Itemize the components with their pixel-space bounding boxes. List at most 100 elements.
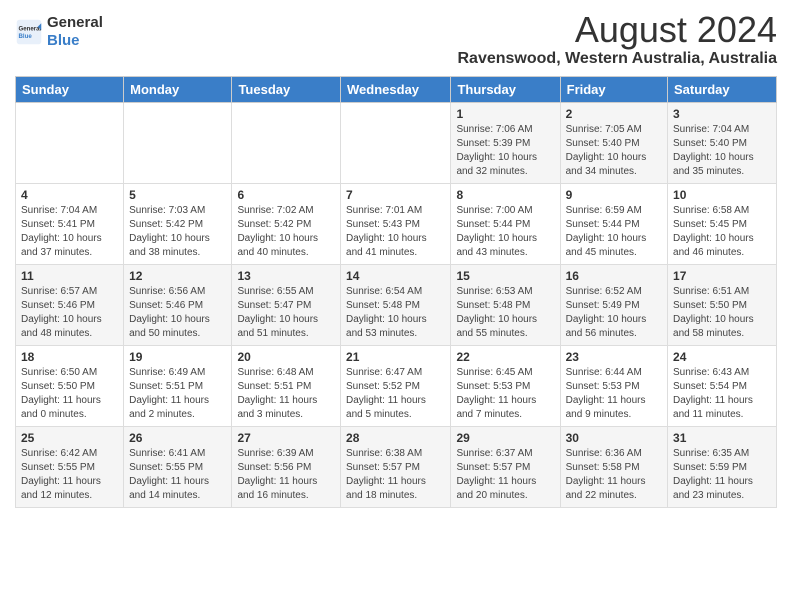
day-info: Sunrise: 7:04 AM Sunset: 5:41 PM Dayligh… (21, 204, 118, 260)
calendar-cell: 31 Sunrise: 6:35 AM Sunset: 5:59 PM Dayli… (668, 426, 777, 507)
day-number: 6 (237, 188, 335, 202)
day-number: 8 (456, 188, 554, 202)
calendar-cell: 27 Sunrise: 6:39 AM Sunset: 5:56 PM Dayli… (232, 426, 341, 507)
day-number: 16 (566, 269, 662, 283)
day-number: 26 (129, 431, 226, 445)
day-number: 1 (456, 107, 554, 121)
day-number: 2 (566, 107, 662, 121)
logo-blue-text: Blue (47, 32, 80, 49)
calendar-cell: 8 Sunrise: 7:00 AM Sunset: 5:44 PM Daylig… (451, 183, 560, 264)
day-number: 13 (237, 269, 335, 283)
week-row-2: 4Sunrise: 7:04 AM Sunset: 5:41 PM Daylig… (16, 183, 777, 264)
day-info: Sunrise: 6:39 AM Sunset: 5:56 PM Dayligh… (237, 447, 335, 503)
day-number: 29 (456, 431, 554, 445)
logo-icon: General Blue (15, 18, 43, 46)
day-info: Sunrise: 6:45 AM Sunset: 5:53 PM Dayligh… (456, 366, 554, 422)
day-number: 21 (346, 350, 445, 364)
day-number: 15 (456, 269, 554, 283)
day-info: Sunrise: 6:51 AM Sunset: 5:50 PM Dayligh… (673, 285, 771, 341)
calendar-cell (16, 102, 124, 183)
main-title: August 2024 (458, 10, 778, 50)
day-number: 3 (673, 107, 771, 121)
logo-general-text: General (47, 14, 103, 31)
calendar-cell: 25 Sunrise: 6:42 AM Sunset: 5:55 PM Dayli… (16, 426, 124, 507)
day-info: Sunrise: 7:02 AM Sunset: 5:42 PM Dayligh… (237, 204, 335, 260)
weekday-header-wednesday: Wednesday (341, 76, 451, 102)
day-info: Sunrise: 7:03 AM Sunset: 5:42 PM Dayligh… (129, 204, 226, 260)
day-info: Sunrise: 6:55 AM Sunset: 5:47 PM Dayligh… (237, 285, 335, 341)
calendar-cell: 7Sunrise: 7:01 AM Sunset: 5:43 PM Daylig… (341, 183, 451, 264)
day-number: 12 (129, 269, 226, 283)
day-info: Sunrise: 6:38 AM Sunset: 5:57 PM Dayligh… (346, 447, 445, 503)
calendar-cell: 19Sunrise: 6:49 AM Sunset: 5:51 PM Dayli… (124, 345, 232, 426)
week-row-4: 18 Sunrise: 6:50 AM Sunset: 5:50 PM Dayli… (16, 345, 777, 426)
calendar-cell: 30Sunrise: 6:36 AM Sunset: 5:58 PM Dayli… (560, 426, 667, 507)
calendar-cell: 14Sunrise: 6:54 AM Sunset: 5:48 PM Dayli… (341, 264, 451, 345)
day-info: Sunrise: 6:35 AM Sunset: 5:59 PM Dayligh… (673, 447, 771, 503)
calendar-cell: 6 Sunrise: 7:02 AM Sunset: 5:42 PM Daylig… (232, 183, 341, 264)
day-number: 18 (21, 350, 118, 364)
day-info: Sunrise: 6:41 AM Sunset: 5:55 PM Dayligh… (129, 447, 226, 503)
day-number: 25 (21, 431, 118, 445)
week-row-3: 11 Sunrise: 6:57 AM Sunset: 5:46 PM Dayli… (16, 264, 777, 345)
calendar-cell: 15 Sunrise: 6:53 AM Sunset: 5:48 PM Dayli… (451, 264, 560, 345)
day-info: Sunrise: 7:06 AM Sunset: 5:39 PM Dayligh… (456, 123, 554, 179)
title-block: August 2024 Ravenswood, Western Australi… (458, 10, 778, 68)
day-info: Sunrise: 6:58 AM Sunset: 5:45 PM Dayligh… (673, 204, 771, 260)
day-info: Sunrise: 6:49 AM Sunset: 5:51 PM Dayligh… (129, 366, 226, 422)
day-info: Sunrise: 6:47 AM Sunset: 5:52 PM Dayligh… (346, 366, 445, 422)
day-info: Sunrise: 6:44 AM Sunset: 5:53 PM Dayligh… (566, 366, 662, 422)
day-info: Sunrise: 7:00 AM Sunset: 5:44 PM Dayligh… (456, 204, 554, 260)
day-number: 7 (346, 188, 445, 202)
day-number: 30 (566, 431, 662, 445)
day-number: 27 (237, 431, 335, 445)
calendar-cell: 11 Sunrise: 6:57 AM Sunset: 5:46 PM Dayli… (16, 264, 124, 345)
day-info: Sunrise: 6:54 AM Sunset: 5:48 PM Dayligh… (346, 285, 445, 341)
day-info: Sunrise: 6:56 AM Sunset: 5:46 PM Dayligh… (129, 285, 226, 341)
calendar-cell: 9 Sunrise: 6:59 AM Sunset: 5:44 PM Daylig… (560, 183, 667, 264)
day-number: 22 (456, 350, 554, 364)
weekday-header-sunday: Sunday (16, 76, 124, 102)
day-number: 28 (346, 431, 445, 445)
calendar-cell: 17Sunrise: 6:51 AM Sunset: 5:50 PM Dayli… (668, 264, 777, 345)
day-info: Sunrise: 6:50 AM Sunset: 5:50 PM Dayligh… (21, 366, 118, 422)
day-number: 23 (566, 350, 662, 364)
day-info: Sunrise: 7:05 AM Sunset: 5:40 PM Dayligh… (566, 123, 662, 179)
day-number: 10 (673, 188, 771, 202)
calendar-cell: 2 Sunrise: 7:05 AM Sunset: 5:40 PM Daylig… (560, 102, 667, 183)
day-info: Sunrise: 6:57 AM Sunset: 5:46 PM Dayligh… (21, 285, 118, 341)
calendar-cell: 21 Sunrise: 6:47 AM Sunset: 5:52 PM Dayli… (341, 345, 451, 426)
day-number: 20 (237, 350, 335, 364)
day-number: 24 (673, 350, 771, 364)
day-number: 31 (673, 431, 771, 445)
day-info: Sunrise: 6:48 AM Sunset: 5:51 PM Dayligh… (237, 366, 335, 422)
calendar-table: SundayMondayTuesdayWednesdayThursdayFrid… (15, 76, 777, 508)
day-info: Sunrise: 6:37 AM Sunset: 5:57 PM Dayligh… (456, 447, 554, 503)
calendar-cell (341, 102, 451, 183)
page-header: General Blue General Blue August 2024 Ra… (15, 10, 777, 68)
calendar-cell: 10 Sunrise: 6:58 AM Sunset: 5:45 PM Dayli… (668, 183, 777, 264)
weekday-header-saturday: Saturday (668, 76, 777, 102)
calendar-cell (232, 102, 341, 183)
weekday-header-tuesday: Tuesday (232, 76, 341, 102)
day-number: 11 (21, 269, 118, 283)
day-info: Sunrise: 6:53 AM Sunset: 5:48 PM Dayligh… (456, 285, 554, 341)
day-info: Sunrise: 6:42 AM Sunset: 5:55 PM Dayligh… (21, 447, 118, 503)
week-row-1: 1 Sunrise: 7:06 AM Sunset: 5:39 PM Daylig… (16, 102, 777, 183)
weekday-header-thursday: Thursday (451, 76, 560, 102)
day-info: Sunrise: 7:04 AM Sunset: 5:40 PM Dayligh… (673, 123, 771, 179)
calendar-cell: 18 Sunrise: 6:50 AM Sunset: 5:50 PM Dayli… (16, 345, 124, 426)
subtitle: Ravenswood, Western Australia, Australia (458, 50, 778, 68)
day-info: Sunrise: 6:43 AM Sunset: 5:54 PM Dayligh… (673, 366, 771, 422)
calendar-cell: 12 Sunrise: 6:56 AM Sunset: 5:46 PM Dayli… (124, 264, 232, 345)
weekday-header-monday: Monday (124, 76, 232, 102)
calendar-cell: 29 Sunrise: 6:37 AM Sunset: 5:57 PM Dayli… (451, 426, 560, 507)
svg-text:General: General (19, 25, 42, 32)
day-info: Sunrise: 6:59 AM Sunset: 5:44 PM Dayligh… (566, 204, 662, 260)
day-number: 9 (566, 188, 662, 202)
calendar-cell: 1 Sunrise: 7:06 AM Sunset: 5:39 PM Daylig… (451, 102, 560, 183)
calendar-cell: 13 Sunrise: 6:55 AM Sunset: 5:47 PM Dayli… (232, 264, 341, 345)
calendar-cell: 5 Sunrise: 7:03 AM Sunset: 5:42 PM Daylig… (124, 183, 232, 264)
svg-text:Blue: Blue (19, 33, 33, 40)
day-number: 5 (129, 188, 226, 202)
